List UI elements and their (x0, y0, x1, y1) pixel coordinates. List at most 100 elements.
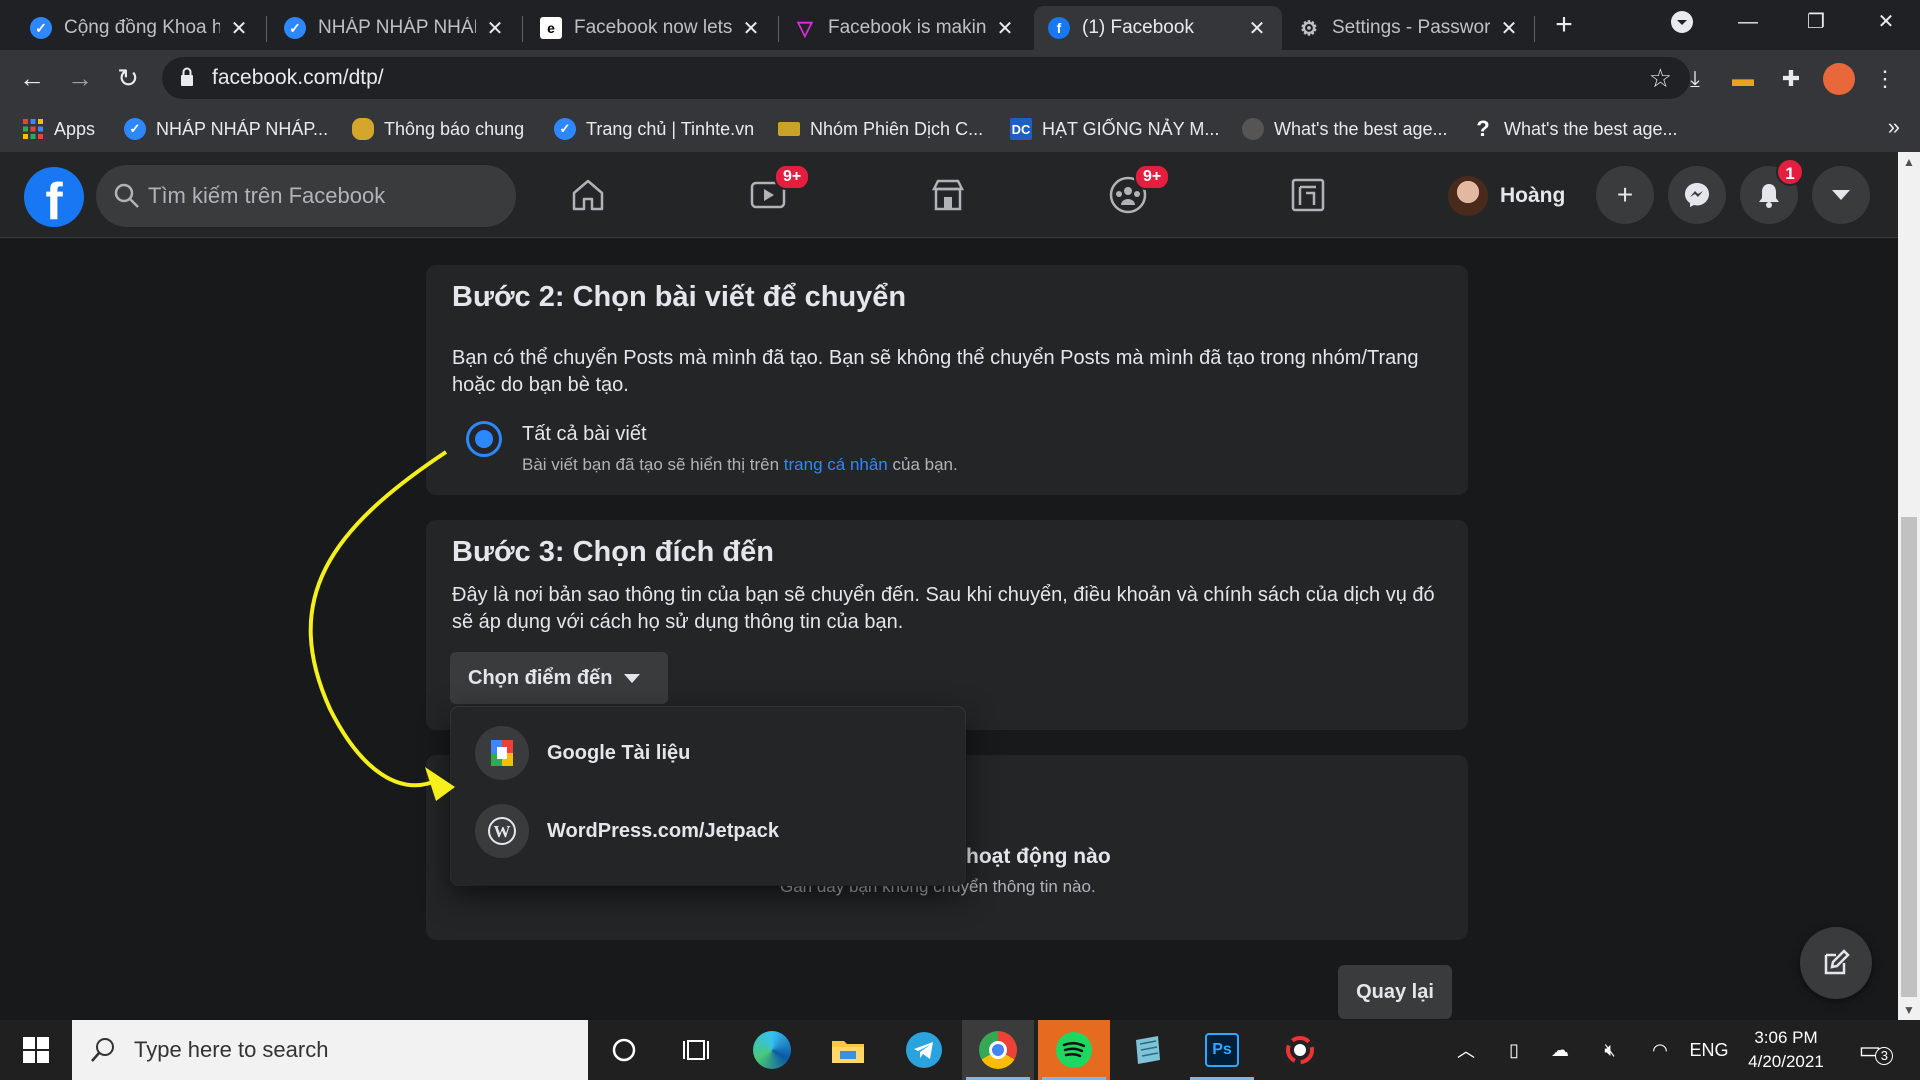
bookmarks-overflow-icon[interactable]: » (1888, 114, 1900, 140)
sublabel-text: Bài viết bạn đã tạo sẽ hiển thị trên (522, 455, 784, 474)
step2-card: Bước 2: Chọn bài viết để chuyển Bạn có t… (426, 265, 1468, 495)
tab-1[interactable]: ✓ Cộng đồng Khoa học ✕ (16, 6, 264, 50)
volume-muted-icon[interactable]: 🔇︎ (1590, 1020, 1630, 1080)
notepad-icon (1136, 1036, 1160, 1064)
tab-strip: ✓ Cộng đồng Khoa học ✕ ✓ NHÁP NHÁP NHÁP … (0, 0, 1920, 50)
chat-bubble-icon (352, 118, 374, 140)
bookmark-apps[interactable]: Apps (22, 106, 95, 152)
edge-icon (753, 1031, 791, 1069)
destination-select[interactable]: Chọn điểm đến (450, 652, 668, 704)
bookmark-thong-bao[interactable]: Thông báo chung (352, 106, 524, 152)
spotify-icon (1056, 1032, 1092, 1068)
dropdown-item-google-docs[interactable]: Google Tài liệu (459, 717, 957, 789)
svg-text:W: W (494, 822, 511, 841)
task-view-icon (683, 1040, 709, 1060)
search-icon (91, 1038, 114, 1062)
tab-2[interactable]: ✓ NHÁP NHÁP NHÁP ✕ (270, 6, 520, 50)
language-indicator[interactable]: ENG (1684, 1020, 1734, 1080)
facebook-logo[interactable]: f (24, 167, 84, 227)
caret-down-icon (624, 673, 641, 683)
nav-groups[interactable]: 9+ (1068, 152, 1188, 238)
scroll-down-icon[interactable]: ▼ (1898, 1000, 1920, 1020)
cortana-button[interactable] (588, 1020, 660, 1080)
close-icon[interactable]: ✕ (228, 16, 250, 41)
forward-button[interactable]: → (60, 58, 100, 98)
close-icon[interactable]: ✕ (1498, 16, 1520, 41)
scroll-up-icon[interactable]: ▲ (1898, 152, 1920, 172)
taskbar-search-placeholder: Type here to search (134, 1037, 329, 1062)
page-scrollbar[interactable]: ▲ ▼ (1898, 152, 1920, 1020)
radio-all-posts[interactable] (466, 421, 502, 457)
nav-gaming[interactable] (1248, 152, 1368, 238)
tab-search-button[interactable] (1648, 0, 1716, 44)
show-hidden-icons[interactable]: ︿ (1448, 1020, 1484, 1080)
task-view-button[interactable] (660, 1020, 732, 1080)
profile-link[interactable]: trang cá nhân (784, 455, 888, 474)
photoshop-icon: Ps (1205, 1033, 1239, 1067)
puzzle-icon[interactable]: ✚ (1774, 62, 1808, 96)
tab-3[interactable]: e Facebook now lets you ✕ (526, 6, 776, 50)
wifi-icon[interactable]: ◠ (1640, 1020, 1680, 1080)
telegram-button[interactable] (888, 1020, 960, 1080)
account-menu-button[interactable] (1812, 166, 1870, 224)
action-center-button[interactable]: ▭ 3 (1846, 1020, 1906, 1080)
profile-button[interactable]: Hoàng (1448, 174, 1565, 218)
file-explorer-button[interactable] (812, 1020, 884, 1080)
spotify-button[interactable] (1038, 1020, 1110, 1080)
plus-icon: + (1616, 179, 1634, 210)
messenger-button[interactable] (1668, 166, 1726, 224)
nav-watch[interactable]: 9+ (708, 152, 828, 238)
moon-icon (1242, 118, 1264, 140)
tab-4[interactable]: ▽ Facebook is making ✕ (780, 6, 1030, 50)
chrome-button[interactable] (962, 1020, 1034, 1080)
photoshop-button[interactable]: Ps (1186, 1020, 1258, 1080)
menu-dots-icon[interactable]: ⋮ (1868, 62, 1902, 96)
taskbar-search[interactable]: Type here to search (72, 1020, 588, 1080)
bookmark-best-age-2[interactable]: ? What's the best age... (1472, 106, 1677, 152)
tablet-icon[interactable]: ▯ (1494, 1020, 1534, 1080)
tab-facebook-active[interactable]: f (1) Facebook ✕ (1034, 6, 1282, 50)
dropdown-item-wordpress[interactable]: W WordPress.com/Jetpack (459, 795, 957, 867)
bell-icon (1759, 184, 1779, 208)
close-icon[interactable]: ✕ (1246, 16, 1268, 41)
watch-badge: 9+ (774, 164, 811, 190)
nav-home[interactable] (528, 152, 648, 238)
bookmark-nhap[interactable]: ✓ NHÁP NHÁP NHÁP... (124, 106, 328, 152)
tab-divider (266, 16, 267, 42)
back-button[interactable]: ← (12, 58, 52, 98)
reload-button[interactable]: ↻ (108, 58, 148, 98)
extension-icon[interactable]: ▬ (1726, 62, 1760, 96)
back-button-fb[interactable]: Quay lại (1338, 965, 1452, 1019)
facebook-search[interactable] (96, 165, 516, 227)
minimize-button[interactable]: — (1714, 0, 1782, 44)
restore-button[interactable]: ❐ (1782, 0, 1850, 44)
close-window-button[interactable]: ✕ (1852, 0, 1920, 44)
bookmark-best-age-1[interactable]: What's the best age... (1242, 106, 1448, 152)
close-icon[interactable]: ✕ (994, 16, 1016, 41)
bookmark-nhom-phien-dich[interactable]: Nhóm Phiên Dịch C... (778, 106, 983, 152)
onedrive-icon[interactable]: ☁ (1540, 1020, 1580, 1080)
bookmark-hat-giong[interactable]: DC HẠT GIỐNG NẢY M... (1010, 106, 1219, 152)
bookmark-label: NHÁP NHÁP NHÁP... (156, 118, 329, 139)
radio-label: Tất cả bài viết (522, 423, 647, 445)
create-button[interactable]: + (1596, 166, 1654, 224)
download-icon[interactable]: ⤓ (1678, 62, 1712, 96)
new-tab-button[interactable]: + (1548, 10, 1580, 42)
profile-avatar-icon[interactable] (1822, 62, 1856, 96)
start-button[interactable] (0, 1020, 72, 1080)
bookmark-star-icon[interactable]: ☆ (1649, 63, 1672, 94)
close-icon[interactable]: ✕ (740, 16, 762, 41)
close-icon[interactable]: ✕ (484, 16, 506, 41)
tab-6[interactable]: ⚙ Settings - Passwords ✕ (1284, 6, 1534, 50)
notepad-button[interactable] (1112, 1020, 1184, 1080)
address-bar[interactable]: facebook.com/dtp/ ☆ (162, 57, 1690, 99)
clock[interactable]: 3:06 PM 4/20/2021 (1736, 1026, 1836, 1074)
new-message-button[interactable] (1800, 927, 1872, 999)
edge-button[interactable] (736, 1020, 808, 1080)
app-button[interactable] (1264, 1020, 1336, 1080)
search-input[interactable] (148, 165, 498, 227)
scroll-thumb[interactable] (1901, 517, 1917, 997)
nav-marketplace[interactable] (888, 152, 1008, 238)
bookmark-tinhte[interactable]: ✓ Trang chủ | Tinhte.vn (554, 106, 754, 152)
engadget-icon: e (540, 17, 562, 39)
